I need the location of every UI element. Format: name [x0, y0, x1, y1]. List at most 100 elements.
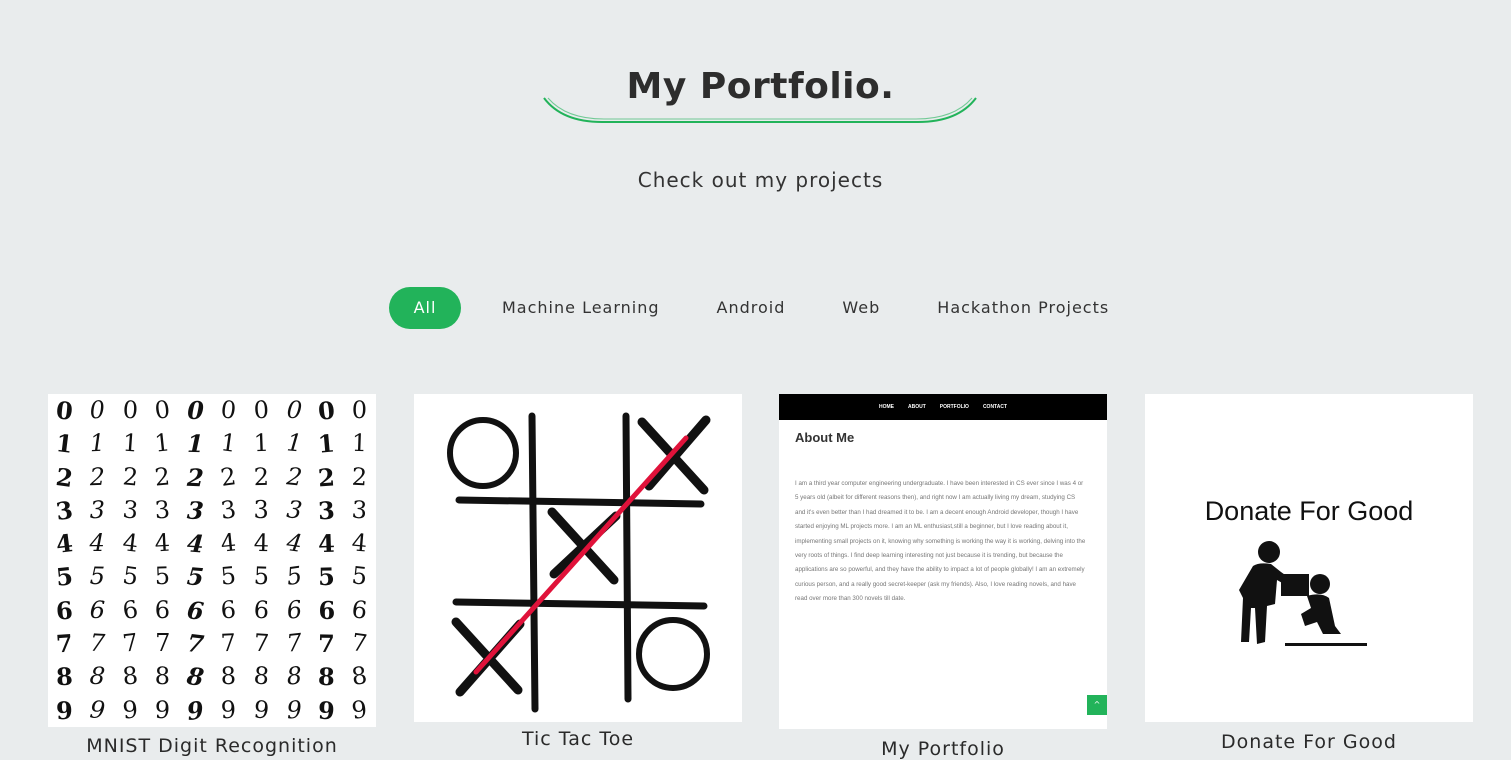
mnist-digit: 1: [54, 428, 75, 460]
mnist-digit: 6: [89, 595, 106, 625]
mnist-digits-image[interactable]: 0000000000111111111122222222223333333333…: [48, 394, 376, 727]
title-underline: [543, 97, 977, 123]
project-title[interactable]: MNIST Digit Recognition: [48, 735, 376, 757]
mnist-digit: 8: [285, 661, 303, 692]
mnist-digit: 3: [351, 495, 369, 525]
project-card-mnist[interactable]: 0000000000111111111122222222223333333333…: [48, 394, 376, 757]
mnist-digit: 4: [89, 529, 105, 558]
mnist-digit: 4: [54, 528, 75, 560]
mnist-digit: 7: [252, 628, 270, 658]
mnist-digit: 1: [317, 428, 337, 459]
project-title[interactable]: Donate For Good: [1145, 731, 1473, 753]
mnist-digit: 0: [187, 396, 204, 425]
mnist-digit: 5: [253, 562, 270, 591]
preview-nav-item: HOME: [878, 404, 894, 410]
mnist-digit: 2: [218, 461, 238, 492]
project-card-donate-for-good[interactable]: Donate For Good Donate For Good: [1145, 394, 1473, 753]
filter-machine-learning[interactable]: Machine Learning: [502, 287, 660, 329]
mnist-digit: 9: [88, 695, 107, 725]
mnist-digit: 8: [349, 661, 370, 692]
project-title[interactable]: Tic Tac Toe: [414, 728, 742, 750]
mnist-digit: 0: [121, 395, 139, 425]
tic-tac-toe-image[interactable]: [414, 394, 742, 722]
project-card-tic-tac-toe[interactable]: Tic Tac Toe: [414, 394, 742, 750]
mnist-digit: 9: [55, 695, 74, 725]
mnist-digit: 9: [220, 695, 237, 724]
mnist-digit: 0: [252, 395, 270, 425]
mnist-digit: 6: [350, 594, 369, 625]
filter-all[interactable]: All: [389, 287, 461, 329]
mnist-digit: 2: [253, 462, 270, 491]
mnist-digit: 3: [89, 495, 106, 525]
mnist-digit: 1: [153, 428, 172, 459]
mnist-digit: 7: [350, 628, 370, 659]
mnist-digit: 2: [351, 462, 368, 491]
project-card-my-portfolio[interactable]: HOME ABOUT PORTFOLIO CONTACT About Me I …: [779, 394, 1107, 760]
mnist-digit: 5: [350, 561, 369, 592]
mnist-digit: 6: [219, 595, 237, 625]
mnist-digit: 7: [284, 628, 303, 658]
project-title[interactable]: My Portfolio: [779, 738, 1107, 760]
mnist-digit: 5: [54, 561, 75, 593]
mnist-digit: 8: [252, 661, 271, 692]
mnist-digit: 9: [185, 694, 206, 726]
mnist-digit: 3: [186, 495, 205, 526]
mnist-digit: 9: [252, 694, 271, 725]
mnist-digit: 8: [120, 661, 139, 692]
preview-heading: About Me: [795, 430, 855, 445]
mnist-digit: 2: [54, 461, 75, 493]
mnist-digit: 0: [285, 395, 303, 425]
mnist-digit: 6: [318, 595, 336, 625]
mnist-digit: 0: [219, 395, 238, 425]
mnist-digit: 6: [120, 594, 140, 625]
mnist-digit: 8: [55, 661, 74, 692]
mnist-digit: 1: [121, 428, 139, 458]
preview-nav-item: ABOUT: [907, 404, 926, 410]
mnist-digit: 7: [120, 628, 140, 658]
mnist-digit: 7: [88, 628, 106, 658]
mnist-digit: 4: [120, 528, 140, 559]
mnist-digit: 1: [218, 428, 238, 459]
mnist-digit: 7: [185, 628, 206, 660]
mnist-digit: 2: [186, 462, 205, 492]
donate-image-text: Donate For Good: [1204, 496, 1414, 526]
mnist-digit: 5: [186, 561, 206, 593]
preview-nav-item: CONTACT: [982, 404, 1008, 410]
mnist-digit: 9: [350, 694, 369, 725]
mnist-digit: 2: [284, 461, 304, 492]
mnist-digit: 3: [120, 495, 140, 525]
mnist-digit: 0: [88, 395, 106, 425]
mnist-digit: 6: [284, 594, 304, 625]
mnist-digit: 4: [317, 528, 336, 559]
mnist-digit: 5: [154, 562, 171, 591]
mnist-digit: 4: [350, 528, 369, 558]
mnist-digit: 9: [154, 695, 171, 724]
mnist-digit: 8: [317, 662, 336, 692]
portfolio-screenshot-image[interactable]: HOME ABOUT PORTFOLIO CONTACT About Me I …: [779, 394, 1107, 729]
donate-image[interactable]: Donate For Good: [1145, 394, 1473, 722]
scroll-top-icon: ^: [1087, 695, 1107, 715]
mnist-digit: 8: [88, 661, 106, 691]
mnist-digit: 7: [318, 628, 336, 659]
mnist-digit: 2: [153, 461, 172, 492]
filter-hackathon-projects[interactable]: Hackathon Projects: [937, 287, 1109, 329]
mnist-digit: 9: [121, 695, 139, 725]
mnist-digit: 2: [317, 462, 337, 493]
mnist-digit: 2: [89, 462, 106, 491]
mnist-digit: 0: [351, 395, 368, 425]
mnist-digit: 3: [317, 495, 336, 526]
filter-web[interactable]: Web: [842, 287, 880, 329]
mnist-digit: 7: [219, 628, 237, 658]
mnist-digit: 5: [318, 562, 336, 592]
mnist-digit: 3: [219, 495, 238, 525]
donate-people-icon: [1239, 541, 1367, 646]
mnist-digit: 3: [154, 495, 172, 525]
mnist-digit: 4: [154, 528, 172, 558]
mnist-digit: 6: [252, 595, 270, 625]
mnist-digit: 8: [220, 662, 237, 691]
mnist-digit: 0: [54, 395, 75, 426]
mnist-digit: 1: [88, 428, 106, 458]
mnist-digit: 1: [253, 429, 270, 458]
filter-bar: All Machine Learning Android Web Hackath…: [389, 287, 1109, 329]
filter-android[interactable]: Android: [717, 287, 786, 329]
